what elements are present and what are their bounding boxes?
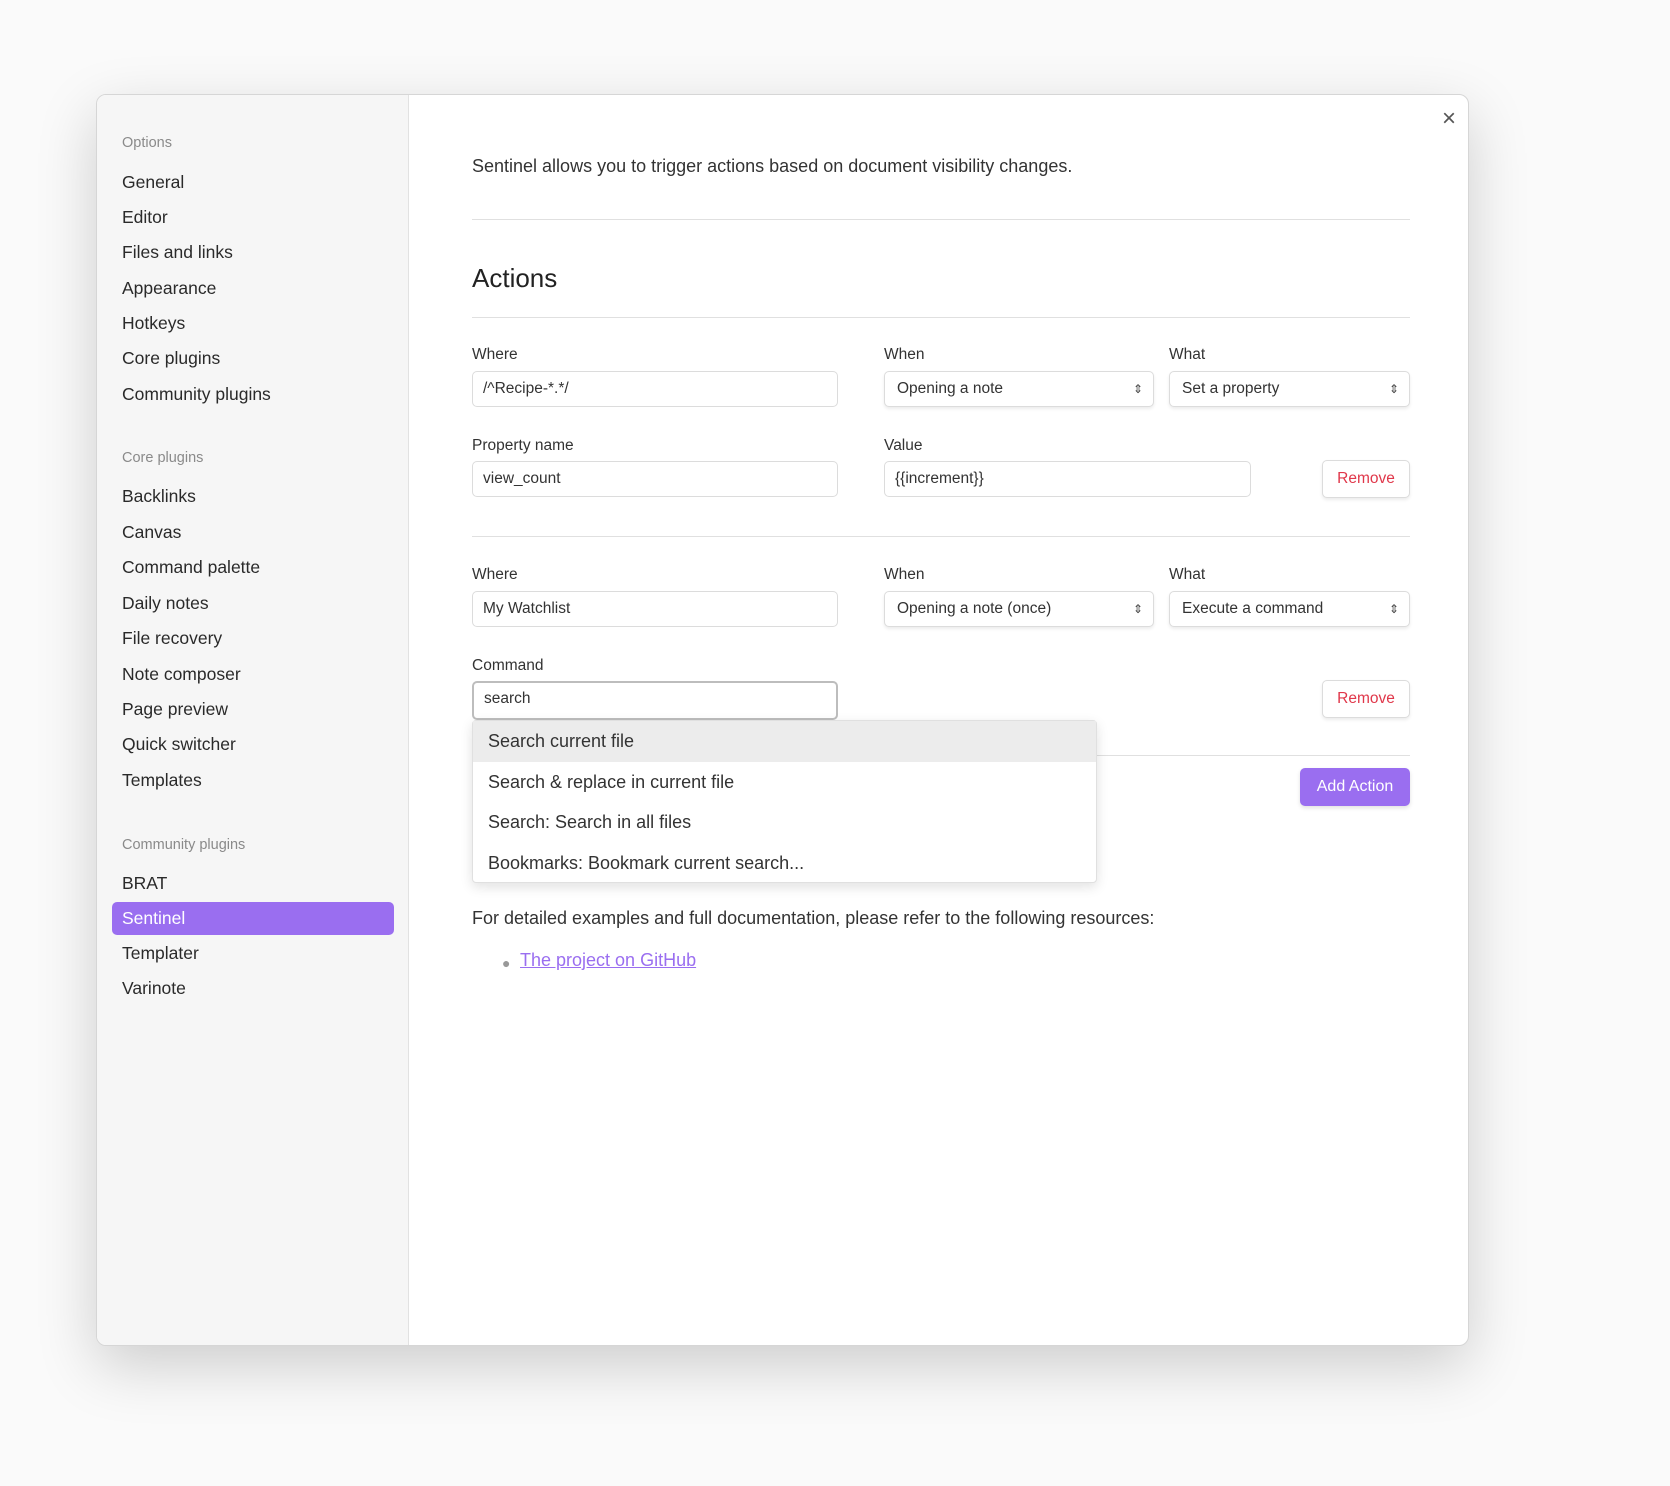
sidebar-item-daily-notes[interactable]: Daily notes [112, 587, 394, 620]
when-select[interactable]: Opening a note (once) ⇕ [884, 591, 1154, 627]
select-chevron-icon: ⇕ [1388, 382, 1399, 396]
sidebar-item-templater[interactable]: Templater [112, 937, 394, 970]
what-select[interactable]: Execute a command ⇕ [1169, 591, 1410, 627]
when-label: When [884, 346, 925, 363]
where-label: Where [472, 346, 518, 363]
divider [472, 219, 1410, 220]
sidebar-item-file-recovery[interactable]: File recovery [112, 622, 394, 655]
github-link[interactable]: The project on GitHub [520, 950, 696, 971]
when-label: When [884, 566, 925, 583]
settings-modal: Options General Editor Files and links A… [96, 94, 1469, 1346]
sidebar-header-community-plugins: Community plugins [122, 837, 246, 853]
sidebar-item-files-and-links[interactable]: Files and links [112, 236, 394, 269]
command-input[interactable]: search [472, 681, 838, 720]
sidebar-header-options: Options [122, 135, 172, 151]
sidebar-item-general[interactable]: General [112, 166, 394, 199]
sidebar-item-community-plugins[interactable]: Community plugins [112, 378, 394, 411]
sidebar-item-templates[interactable]: Templates [112, 764, 394, 797]
add-action-button[interactable]: Add Action [1300, 768, 1410, 806]
sidebar-item-editor[interactable]: Editor [112, 201, 394, 234]
property-name-input[interactable]: view_count [472, 461, 838, 497]
remove-button[interactable]: Remove [1322, 460, 1410, 498]
when-select-value: Opening a note (once) [897, 600, 1052, 617]
sidebar-item-hotkeys[interactable]: Hotkeys [112, 307, 394, 340]
intro-text: Sentinel allows you to trigger actions b… [472, 156, 1073, 176]
sidebar-item-varinote[interactable]: Varinote [112, 972, 394, 1005]
when-select-value: Opening a note [897, 380, 1004, 397]
sidebar-item-canvas[interactable]: Canvas [112, 516, 394, 549]
select-chevron-icon: ⇕ [1388, 602, 1399, 616]
value-input[interactable]: {{increment}} [884, 461, 1251, 497]
sidebar-item-core-plugins[interactable]: Core plugins [112, 342, 394, 375]
what-label: What [1169, 346, 1206, 363]
property-name-label: Property name [472, 437, 574, 454]
sidebar-item-command-palette[interactable]: Command palette [112, 551, 394, 584]
select-chevron-icon: ⇕ [1132, 602, 1143, 616]
suggestion-item[interactable]: Search & replace in current file [473, 762, 1096, 803]
suggestion-item[interactable]: Bookmarks: Bookmark current search... [473, 843, 1096, 884]
divider [472, 536, 1410, 537]
sidebar-item-backlinks[interactable]: Backlinks [112, 480, 394, 513]
section-heading: Actions [472, 263, 558, 293]
where-input[interactable]: /^Recipe-*.*/ [472, 371, 838, 407]
what-select-value: Execute a command [1182, 600, 1324, 617]
remove-button[interactable]: Remove [1322, 680, 1410, 718]
command-suggestions: Search current file Search & replace in … [472, 720, 1097, 883]
select-chevron-icon: ⇕ [1132, 382, 1143, 396]
suggestion-item[interactable]: Search current file [473, 721, 1096, 762]
command-label: Command [472, 657, 544, 674]
sidebar-item-page-preview[interactable]: Page preview [112, 693, 394, 726]
where-input[interactable]: My Watchlist [472, 591, 838, 627]
what-select-value: Set a property [1182, 380, 1280, 397]
suggestion-item[interactable]: Search: Search in all files [473, 802, 1096, 843]
close-icon[interactable]: × [1437, 107, 1461, 131]
footer-text: For detailed examples and full documenta… [472, 908, 1155, 928]
what-select[interactable]: Set a property ⇕ [1169, 371, 1410, 407]
bullet-icon: ● [502, 955, 511, 971]
sidebar-item-note-composer[interactable]: Note composer [112, 658, 394, 691]
value-label: Value [884, 437, 923, 454]
divider [472, 317, 1410, 318]
sidebar-item-appearance[interactable]: Appearance [112, 272, 394, 305]
sidebar-item-quick-switcher[interactable]: Quick switcher [112, 728, 394, 761]
sidebar-header-core-plugins: Core plugins [122, 450, 204, 466]
settings-sidebar: Options General Editor Files and links A… [97, 95, 409, 1345]
sidebar-item-brat[interactable]: BRAT [112, 867, 394, 900]
sidebar-item-sentinel[interactable]: Sentinel [112, 902, 394, 935]
when-select[interactable]: Opening a note ⇕ [884, 371, 1154, 407]
what-label: What [1169, 566, 1206, 583]
where-label: Where [472, 566, 518, 583]
